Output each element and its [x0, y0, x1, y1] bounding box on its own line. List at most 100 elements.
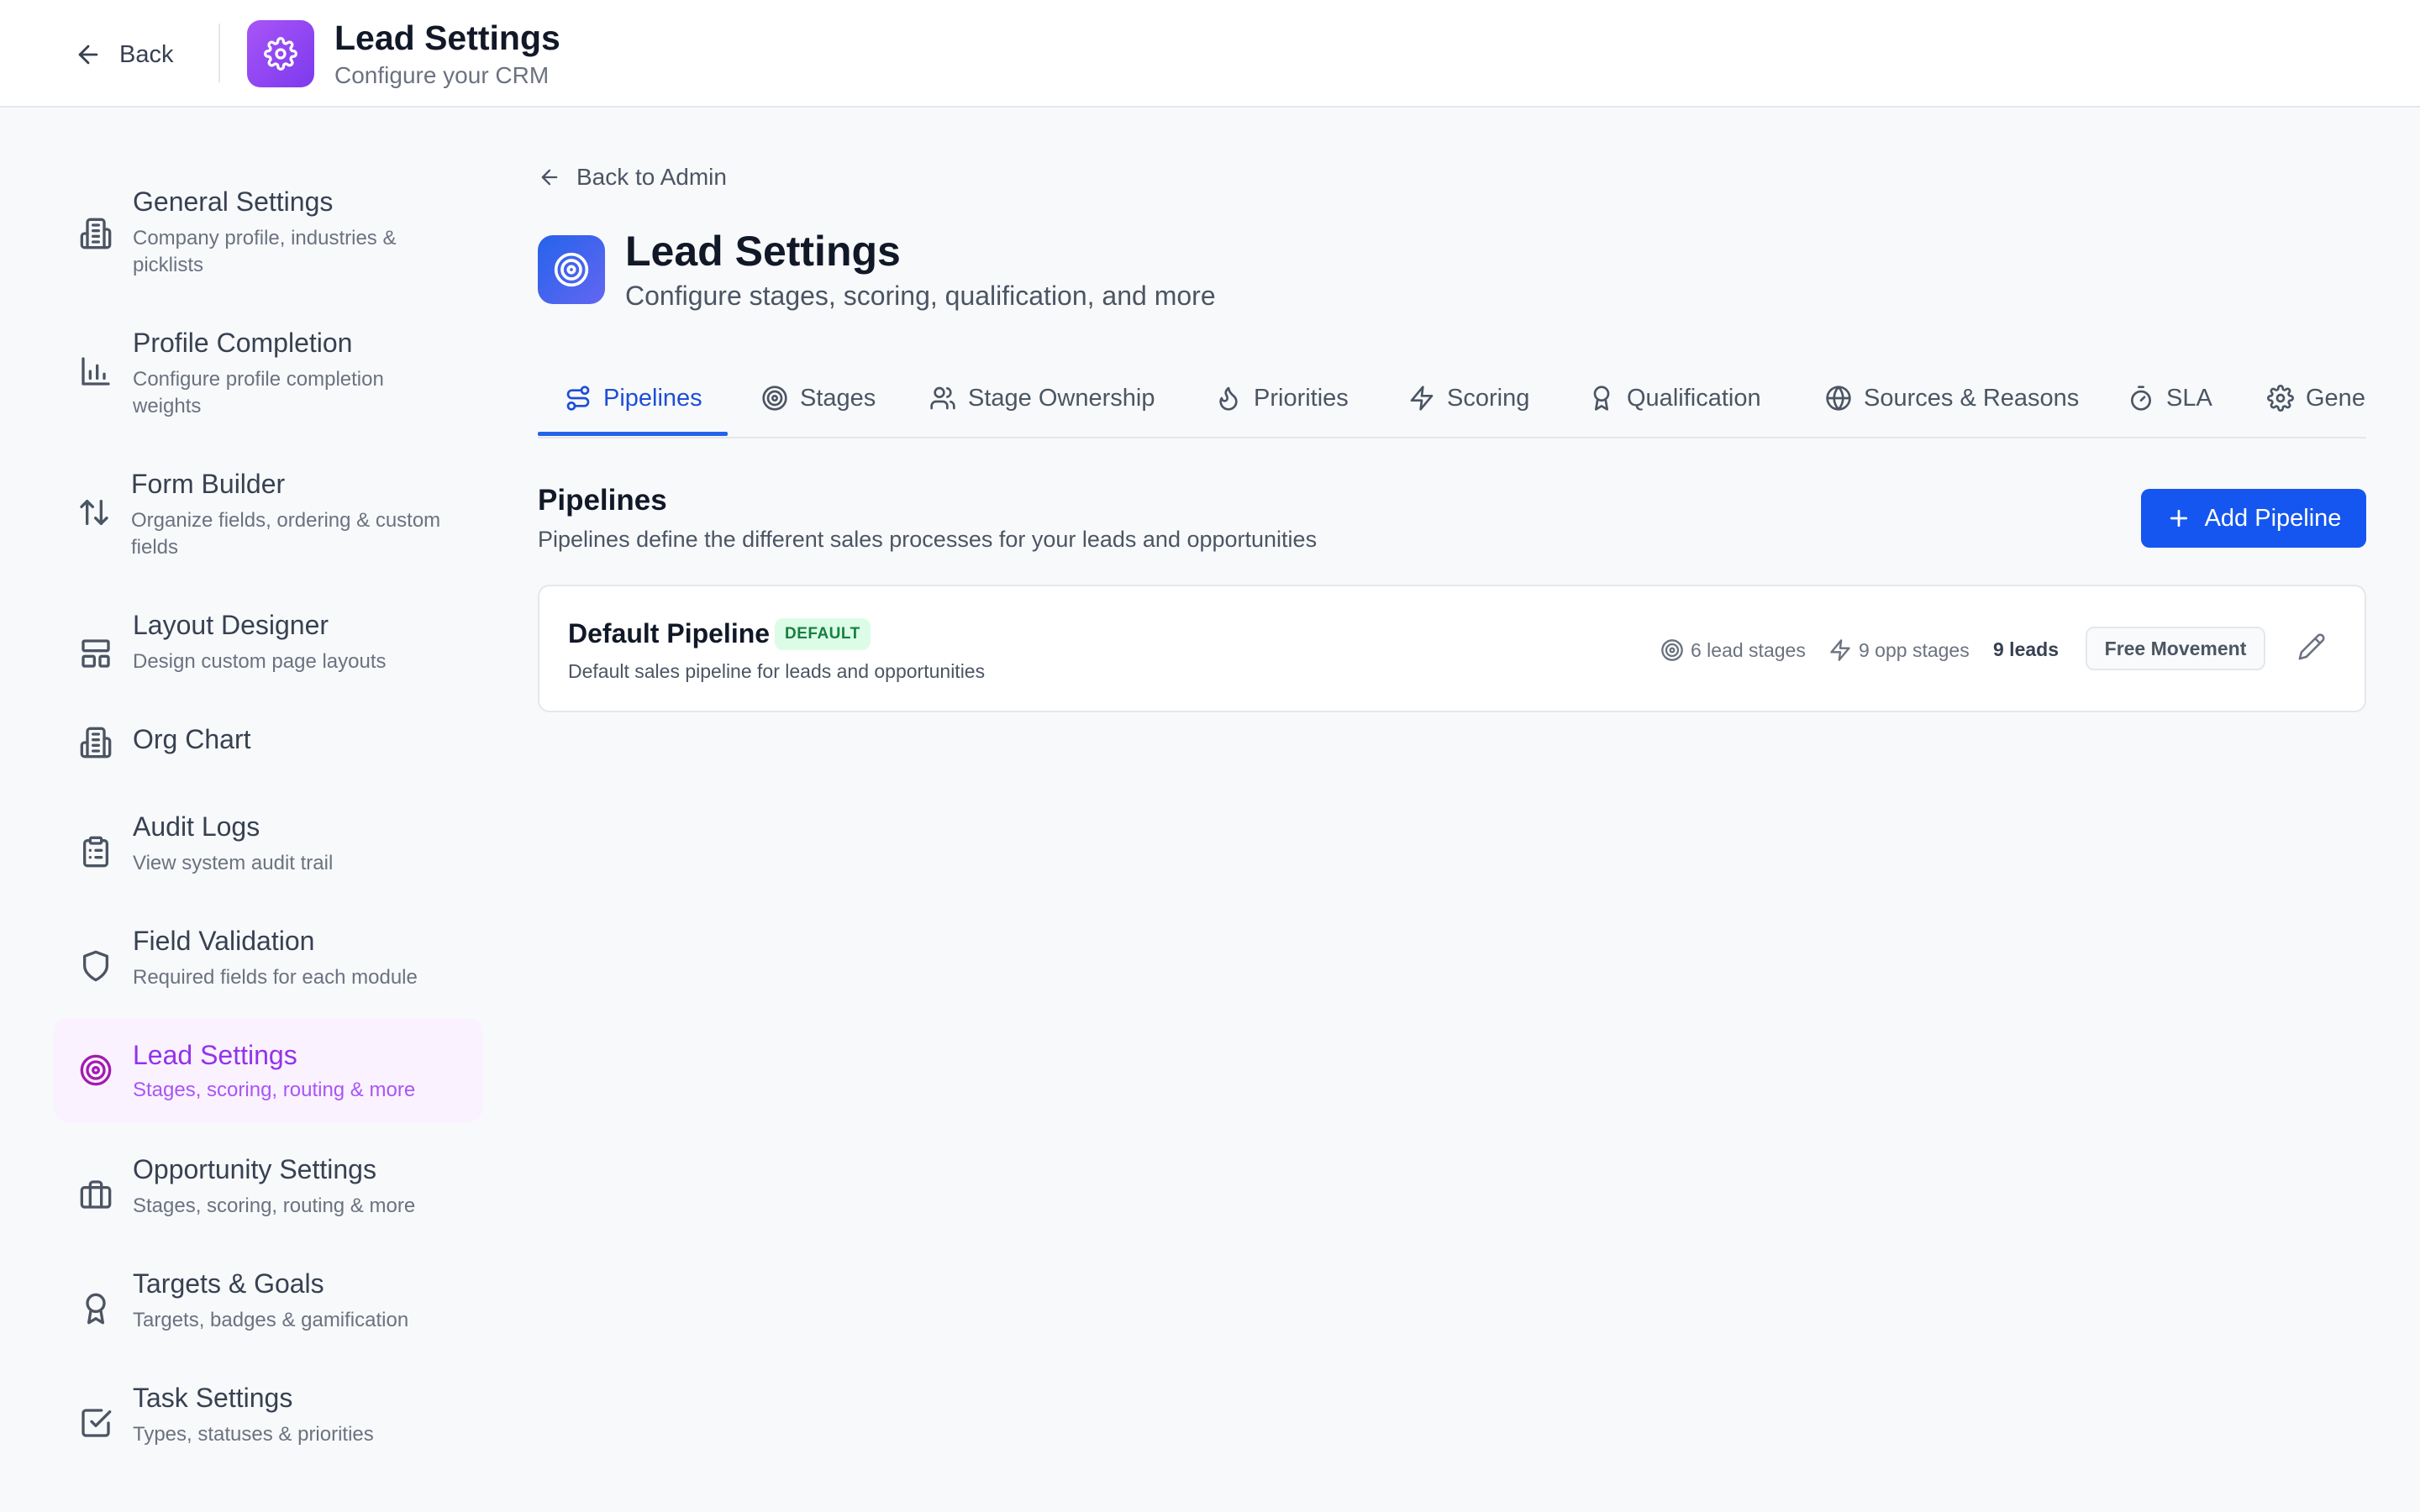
timer-icon — [2128, 385, 2154, 412]
sidebar-item-audit-logs[interactable]: Audit Logs View system audit trail — [54, 803, 482, 884]
award-icon — [1588, 385, 1615, 412]
sidebar-item-desc: View system audit trail — [133, 852, 334, 874]
tab-stages[interactable]: Stages — [761, 361, 876, 435]
sidebar-item-layout-designer[interactable]: Layout Designer Design custom page layou… — [54, 601, 482, 682]
arrow-left-icon — [538, 165, 561, 189]
lead-stages-count: 6 lead stages — [1660, 638, 1806, 662]
tab-label: Sources & Reasons — [1864, 384, 2080, 412]
sidebar-item-desc: Stages, scoring, routing & more — [133, 1079, 416, 1101]
pipeline-description: Default sales pipeline for leads and opp… — [568, 660, 986, 682]
back-button-label: Back — [119, 40, 174, 68]
tab-label: SLA — [2166, 384, 2212, 412]
zap-icon — [1828, 638, 1852, 662]
target-icon — [553, 251, 590, 288]
arrow-left-icon — [74, 40, 103, 69]
tab-general[interactable]: Gene — [2267, 361, 2365, 435]
plus-icon — [2166, 506, 2191, 531]
sidebar-item-title: General Settings — [133, 186, 334, 217]
sidebar-item-title: Layout Designer — [133, 610, 329, 640]
sidebar-item-lead-settings[interactable]: Lead Settings Stages, scoring, routing &… — [54, 1018, 482, 1122]
sidebar-item-desc: Required fields for each module — [133, 966, 418, 989]
app-logo — [247, 20, 314, 87]
sidebar-item-title: Targets & Goals — [133, 1268, 324, 1299]
tab-priorities[interactable]: Priorities — [1215, 361, 1349, 435]
page-icon — [538, 235, 605, 304]
sort-arrows-icon — [77, 496, 111, 529]
settings-sidebar: General Settings Company profile, indust… — [0, 109, 504, 1512]
sidebar-item-title: Form Builder — [131, 469, 286, 499]
layout-icon — [79, 637, 113, 670]
default-badge: DEFAULT — [775, 618, 871, 650]
bar-chart-icon — [79, 354, 113, 388]
gear-icon — [264, 37, 297, 71]
sidebar-item-desc: Types, statuses & priorities — [133, 1423, 374, 1446]
building-icon — [79, 726, 113, 759]
building-icon — [79, 217, 113, 250]
pipeline-icon — [565, 385, 592, 412]
sidebar-item-desc: Targets, badges & gamification — [133, 1309, 409, 1331]
sidebar-item-desc: Stages, scoring, routing & more — [133, 1194, 416, 1217]
back-to-admin-link[interactable]: Back to Admin — [538, 164, 727, 191]
sidebar-item-desc: Configure profile completion weights — [133, 368, 384, 417]
target-icon — [79, 1053, 113, 1087]
zap-icon — [1408, 385, 1435, 412]
back-button[interactable]: Back — [74, 34, 173, 76]
section-title: Pipelines — [538, 484, 667, 517]
tab-stage-ownership[interactable]: Stage Ownership — [929, 361, 1155, 435]
tab-label: Qualification — [1627, 384, 1761, 412]
sidebar-item-desc: Organize fields, ordering & custom field… — [131, 509, 441, 559]
globe-icon — [1825, 385, 1852, 412]
movement-mode-badge: Free Movement — [2086, 627, 2265, 670]
tab-label: Priorities — [1254, 384, 1349, 412]
sidebar-item-form-builder[interactable]: Form Builder Organize fields, ordering &… — [54, 460, 482, 564]
page-subtitle: Configure stages, scoring, qualification… — [625, 281, 1216, 311]
sidebar-item-org-chart[interactable]: Org Chart — [54, 714, 482, 781]
leads-count: 9 leads — [1993, 638, 2059, 660]
top-bar: Back Lead Settings Configure your CRM — [0, 0, 2420, 108]
briefcase-icon — [79, 1178, 113, 1211]
shield-icon — [79, 949, 113, 983]
sidebar-item-opportunity-settings[interactable]: Opportunity Settings Stages, scoring, ro… — [54, 1146, 482, 1226]
gear-icon — [2267, 385, 2294, 412]
tab-scoring[interactable]: Scoring — [1408, 361, 1529, 435]
tab-sla[interactable]: SLA — [2128, 361, 2212, 435]
settings-tabs: Pipelines Stages Stage Ownership Priorit… — [538, 361, 2366, 438]
sidebar-item-desc: Company profile, industries & picklists — [133, 227, 397, 276]
movement-mode-label: Free Movement — [2104, 637, 2247, 659]
target-icon — [761, 385, 788, 412]
opp-stages-label: 9 opp stages — [1859, 638, 1970, 661]
app-title: Lead Settings — [334, 18, 560, 57]
tab-pipelines[interactable]: Pipelines — [565, 361, 702, 435]
sidebar-item-title: Task Settings — [133, 1383, 293, 1413]
tab-label: Pipelines — [603, 384, 702, 412]
sidebar-item-profile-completion[interactable]: Profile Completion Configure profile com… — [54, 319, 482, 423]
lead-stages-label: 6 lead stages — [1691, 638, 1806, 661]
sidebar-item-title: Opportunity Settings — [133, 1154, 376, 1184]
pipeline-card[interactable]: Default Pipeline DEFAULT Default sales p… — [538, 585, 2366, 712]
tab-qualification[interactable]: Qualification — [1588, 361, 1761, 435]
sidebar-item-targets-goals[interactable]: Targets & Goals Targets, badges & gamifi… — [54, 1260, 482, 1341]
tab-label: Stages — [800, 384, 876, 412]
sidebar-item-title: Field Validation — [133, 926, 315, 956]
check-square-icon — [79, 1406, 113, 1440]
sidebar-item-field-validation[interactable]: Field Validation Required fields for eac… — [54, 917, 482, 998]
opp-stages-count: 9 opp stages — [1828, 638, 1970, 662]
sidebar-item-general-settings[interactable]: General Settings Company profile, indust… — [54, 178, 482, 282]
active-tab-indicator — [538, 432, 728, 436]
add-pipeline-label: Add Pipeline — [2204, 504, 2342, 532]
tab-sources-reasons[interactable]: Sources & Reasons — [1825, 361, 2079, 435]
section-description: Pipelines define the different sales pro… — [538, 527, 1318, 552]
target-icon — [1660, 638, 1684, 662]
back-to-admin-label: Back to Admin — [576, 164, 727, 190]
divider — [218, 24, 220, 82]
tab-label: Gene — [2306, 384, 2365, 412]
tab-label: Scoring — [1447, 384, 1530, 412]
users-icon — [929, 385, 956, 412]
sidebar-item-title: Lead Settings — [133, 1040, 297, 1070]
sidebar-item-task-settings[interactable]: Task Settings Types, statuses & prioriti… — [54, 1374, 482, 1455]
clipboard-icon — [79, 835, 113, 869]
tab-label: Stage Ownership — [968, 384, 1155, 412]
edit-pencil-icon[interactable] — [2297, 633, 2329, 664]
pipeline-name: Default Pipeline — [568, 618, 771, 648]
add-pipeline-button[interactable]: Add Pipeline — [2141, 489, 2366, 548]
